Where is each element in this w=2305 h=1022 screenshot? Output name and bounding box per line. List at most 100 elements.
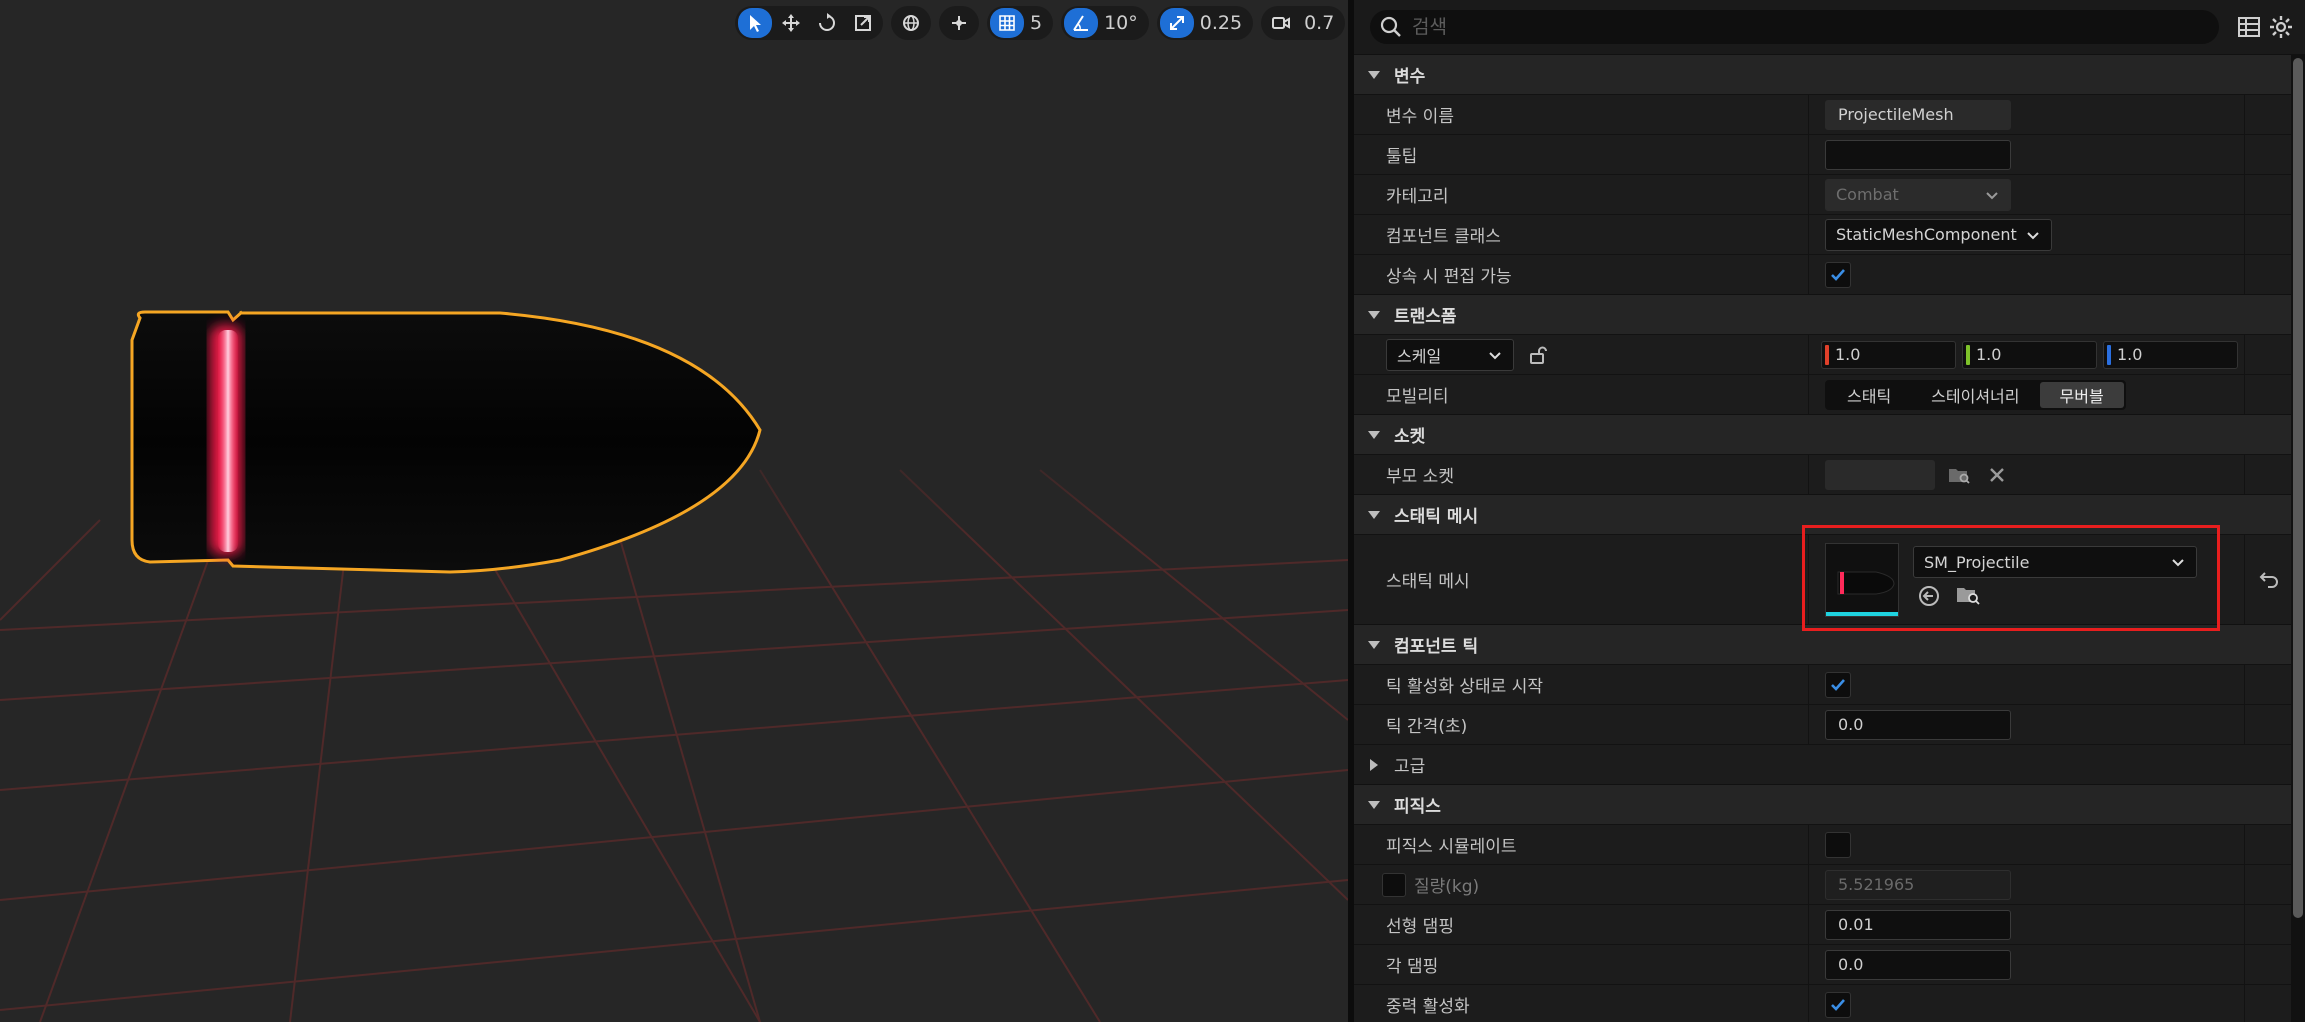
row-category: 카테고리 Combat (1354, 174, 2305, 214)
property-label: 틱 활성화 상태로 시작 (1354, 665, 1809, 704)
row-mobility: 모빌리티 스태틱 스테이셔너리 무버블 (1354, 374, 2305, 414)
search-icon (1380, 16, 1401, 37)
chevron-down-icon (1986, 191, 1998, 199)
property-label: 카테고리 (1354, 175, 1809, 214)
gear-icon (2270, 16, 2293, 38)
camera-speed-value[interactable]: 0.7 (1300, 12, 1342, 34)
property-matrix-button[interactable] (2235, 13, 2263, 41)
checkmark-icon (1831, 268, 1845, 281)
checkmark-icon (1831, 998, 1845, 1011)
globe-icon (903, 15, 919, 31)
enable-gravity-checkbox[interactable] (1825, 991, 1851, 1018)
row-tick-interval: 틱 간격(초) 0.0 (1354, 704, 2305, 744)
linear-damping-field[interactable]: 0.01 (1825, 909, 2011, 940)
camera-speed-group: 0.7 (1261, 6, 1346, 40)
simulate-physics-checkbox[interactable] (1825, 831, 1851, 858)
tick-interval-field[interactable]: 0.0 (1825, 709, 2011, 740)
row-tooltip: 툴팁 (1354, 134, 2305, 174)
row-start-with-tick-enabled: 틱 활성화 상태로 시작 (1354, 664, 2305, 704)
scale-y-field[interactable]: 1.0 (1962, 340, 2097, 369)
category-combo[interactable]: Combat (1825, 178, 2011, 211)
scale-snap-value[interactable]: 0.25 (1196, 12, 1250, 34)
section-variables[interactable]: 변수 (1354, 54, 2305, 94)
section-title: 스태틱 메시 (1394, 507, 1479, 527)
scale-tool-button[interactable] (846, 8, 880, 38)
row-angular-damping: 각 댐핑 0.0 (1354, 944, 2305, 984)
move-arrows-icon (782, 14, 800, 32)
row-static-mesh: 스태틱 메시 SM_Projectile (1354, 525, 2305, 631)
mobility-movable-option[interactable]: 무버블 (2039, 381, 2124, 408)
collapsed-arrow-icon (1370, 758, 1378, 771)
mass-override-checkbox[interactable] (1382, 872, 1406, 897)
row-variable-name: 변수 이름 ProjectileMesh (1354, 94, 2305, 134)
angular-damping-field[interactable]: 0.0 (1825, 949, 2011, 980)
editable-when-inherited-checkbox[interactable] (1825, 261, 1851, 288)
property-list: 변수 변수 이름 ProjectileMesh 툴팁 카테고리 Combat 컴… (1354, 54, 2305, 1022)
section-title: 소켓 (1394, 427, 1426, 447)
row-editable-when-inherited: 상속 시 편집 가능 (1354, 254, 2305, 294)
variable-name-field[interactable]: ProjectileMesh (1825, 99, 2011, 130)
grid-icon (999, 15, 1015, 31)
expanded-arrow-icon (1368, 800, 1380, 809)
scrollbar-thumb[interactable] (2293, 58, 2303, 918)
translate-tool-button[interactable] (774, 8, 808, 38)
section-transform[interactable]: 트랜스폼 (1354, 294, 2305, 334)
viewport-scene (0, 310, 1348, 1022)
property-label: 질량(kg) (1414, 877, 1480, 897)
mobility-stationary-option[interactable]: 스테이셔너리 (1911, 382, 2039, 408)
grid-snap-value[interactable]: 5 (1026, 12, 1050, 34)
scale-mode-value: 스케일 (1397, 346, 1442, 366)
details-panel: 변수 변수 이름 ProjectileMesh 툴팁 카테고리 Combat 컴… (1354, 0, 2305, 1022)
mobility-static-option[interactable]: 스태틱 (1827, 382, 1911, 408)
property-label: 툴팁 (1354, 135, 1809, 174)
expanded-arrow-icon (1368, 310, 1380, 319)
start-tick-enabled-checkbox[interactable] (1825, 671, 1851, 698)
scale-x-field[interactable]: 1.0 (1821, 340, 1956, 369)
scale-lock-button[interactable] (1524, 341, 1552, 369)
scale-mode-combo[interactable]: 스케일 (1386, 338, 1514, 371)
category-value: Combat (1836, 185, 1899, 204)
angle-snap-value[interactable]: 10° (1100, 12, 1146, 34)
scale-z-field[interactable]: 1.0 (2103, 340, 2238, 369)
row-parent-socket: 부모 소켓 (1354, 454, 2305, 494)
row-advanced[interactable]: 고급 (1354, 744, 2305, 784)
grid-snap-toggle[interactable] (990, 8, 1024, 38)
section-title: 컴포넌트 틱 (1394, 637, 1479, 657)
clear-socket-button[interactable] (1983, 461, 2011, 489)
row-mass: 질량(kg) 5.521965 (1354, 864, 2305, 904)
grid-snap-group: 5 (987, 6, 1054, 40)
angle-snap-toggle[interactable] (1064, 8, 1099, 38)
section-title: 피직스 (1394, 797, 1441, 817)
property-label: 피직스 시뮬레이트 (1354, 825, 1809, 864)
mobility-segmented-control: 스태틱 스테이셔너리 무버블 (1825, 379, 2126, 410)
world-space-button[interactable] (894, 8, 928, 38)
folder-search-icon (1949, 468, 1970, 484)
section-sockets[interactable]: 소켓 (1354, 414, 2305, 454)
search-input[interactable] (1412, 16, 2192, 38)
select-tool-button[interactable] (738, 8, 772, 38)
details-header (1354, 0, 2305, 54)
scale-snap-icon (1169, 16, 1184, 30)
property-label: 컴포넌트 클래스 (1354, 215, 1809, 254)
rotate-tool-button[interactable] (810, 8, 844, 38)
tooltip-field[interactable] (1825, 139, 2011, 170)
surface-snap-group (939, 6, 979, 40)
reset-to-default-icon[interactable] (2257, 567, 2281, 591)
section-physics[interactable]: 피직스 (1354, 784, 2305, 824)
section-title: 변수 (1394, 67, 1426, 87)
scale-z-value: 1.0 (2117, 345, 2143, 364)
settings-button[interactable] (2267, 13, 2295, 41)
transform-tools-group (735, 6, 883, 40)
surface-snap-button[interactable] (942, 8, 976, 38)
table-icon (2238, 17, 2261, 37)
parent-socket-field[interactable] (1825, 459, 1935, 490)
camera-speed-button[interactable] (1264, 8, 1298, 38)
close-icon (1990, 467, 2004, 482)
unlock-icon (1530, 346, 1547, 364)
browse-socket-button[interactable] (1945, 461, 1973, 489)
scale-snap-toggle[interactable] (1159, 8, 1194, 38)
level-viewport[interactable]: 5 10° 0.25 0.7 (0, 0, 1348, 1022)
component-class-combo[interactable]: StaticMeshComponent (1825, 218, 2052, 251)
property-label: 변수 이름 (1354, 95, 1809, 134)
search-box[interactable] (1370, 10, 2220, 44)
